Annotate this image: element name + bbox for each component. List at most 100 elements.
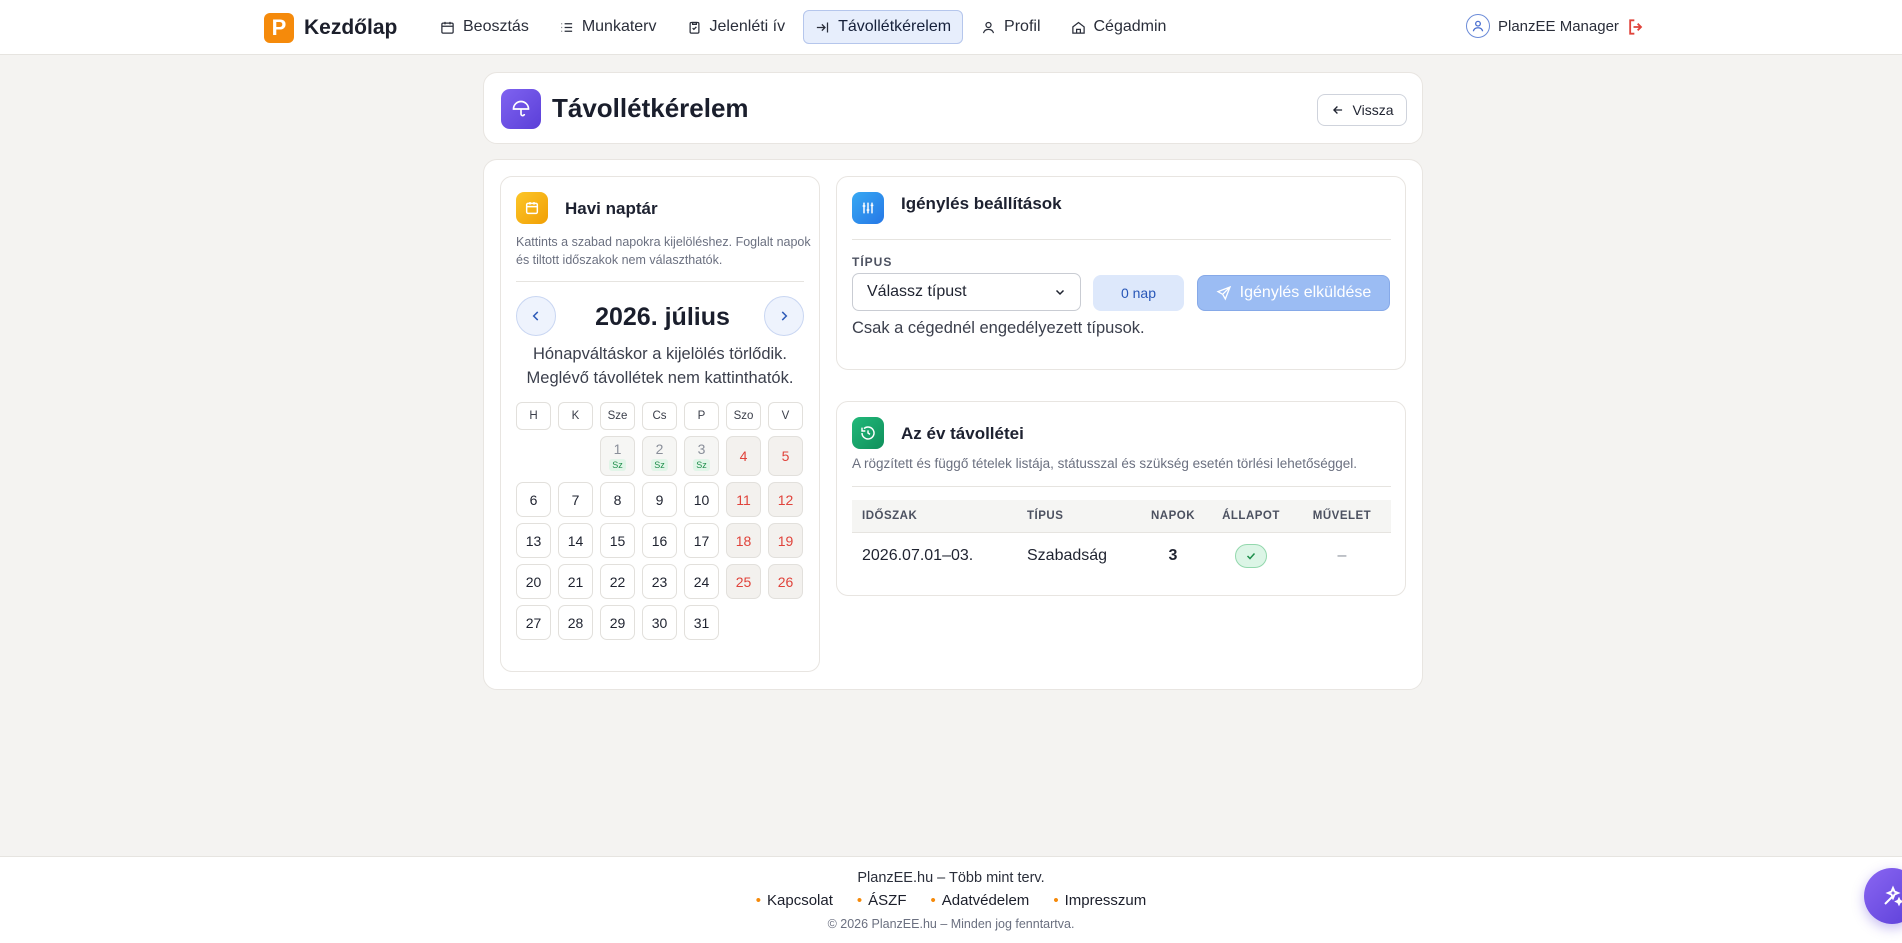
calendar-day[interactable]: 21 <box>558 564 593 599</box>
booked-tag: Sz <box>651 459 668 471</box>
calendar-day[interactable]: 23 <box>642 564 677 599</box>
submit-request-button[interactable]: Igénylés elküldése <box>1197 275 1390 311</box>
calendar-day-weekend: 12 <box>768 482 803 517</box>
divider <box>516 281 804 282</box>
calendar-day[interactable]: 17 <box>684 523 719 558</box>
user-name: PlanzEE Manager <box>1498 17 1619 35</box>
calendar-description: Kattints a szabad napokra kijelöléshez. … <box>516 235 811 267</box>
divider <box>852 239 1391 240</box>
calendar-day[interactable]: 20 <box>516 564 551 599</box>
calendar-day[interactable]: 31 <box>684 605 719 640</box>
nav-item-munkaterv[interactable]: Munkaterv <box>547 10 669 44</box>
next-month-button[interactable] <box>764 296 804 336</box>
calendar-day-weekend: 4 <box>726 436 761 476</box>
nav-item-label: Munkaterv <box>581 18 657 35</box>
footer-link-aszf[interactable]: ÁSZF <box>857 892 906 909</box>
footer-copyright: © 2026 PlanzEE.hu – Minden jog fenntartv… <box>827 917 1075 931</box>
calendar-day[interactable]: 6 <box>516 482 551 517</box>
calendar-day-weekend: 26 <box>768 564 803 599</box>
day-number: 1 <box>613 441 622 457</box>
column-header: NAPOK <box>1137 500 1209 533</box>
calendar-day[interactable]: 16 <box>642 523 677 558</box>
arrow-left-icon <box>1332 106 1342 114</box>
previous-month-button[interactable] <box>516 296 556 336</box>
nav-item-beosztas[interactable]: Beosztás <box>428 10 541 44</box>
user-menu[interactable]: PlanzEE Manager <box>1466 14 1619 38</box>
calendar-day[interactable]: 15 <box>600 523 635 558</box>
page-title: Távollétkérelem <box>552 93 749 123</box>
weekday-header: H <box>516 402 551 430</box>
period-cell: 2026.07.01–03. <box>862 547 974 565</box>
nav-item-profil[interactable]: Profil <box>969 10 1052 44</box>
weekday-header: P <box>684 402 719 430</box>
send-icon <box>1216 285 1231 301</box>
calendar-day[interactable]: 9 <box>642 482 677 517</box>
enter-icon <box>816 22 829 32</box>
type-field-label: TÍPUS <box>852 255 893 269</box>
footer-link-impresszum[interactable]: Impresszum <box>1053 892 1147 909</box>
logout-icon[interactable] <box>1626 17 1646 42</box>
nav-item-tavolletkerelem[interactable]: Távollétkérelem <box>803 10 964 44</box>
calendar-day[interactable]: 14 <box>558 523 593 558</box>
calendar-day[interactable]: 8 <box>600 482 635 517</box>
brand-home-link[interactable]: P Kezdőlap <box>264 13 397 43</box>
clipboard-icon <box>689 21 700 34</box>
calendar-day[interactable]: 27 <box>516 605 551 640</box>
main-content-card: Havi naptár Kattints a szabad napokra ki… <box>483 159 1423 690</box>
nav-item-label: Jelenléti ív <box>709 18 786 35</box>
column-header: ÁLLAPOT <box>1209 500 1293 533</box>
sliders-icon <box>852 192 884 224</box>
column-header: IDŐSZAK <box>852 500 1017 533</box>
calendar-day[interactable]: 30 <box>642 605 677 640</box>
footer-link-adatvedelem[interactable]: Adatvédelem <box>930 892 1030 909</box>
settings-title: Igénylés beállítások <box>901 194 1062 213</box>
absence-type-select[interactable]: Válassz típust <box>852 273 1081 311</box>
calendar-day-weekend: 18 <box>726 523 761 558</box>
absences-table: IDŐSZAK TÍPUS NAPOK ÁLLAPOT MŰVELET 2026… <box>852 500 1391 580</box>
table-header-row: IDŐSZAK TÍPUS NAPOK ÁLLAPOT MŰVELET <box>852 500 1391 533</box>
footer-links: Kapcsolat ÁSZF Adatvédelem Impresszum <box>0 892 1902 909</box>
approved-status-badge <box>1235 544 1267 569</box>
brand-logo-icon: P <box>264 13 294 43</box>
absences-description: A rögzített és függő tételek listája, st… <box>852 456 1358 471</box>
nav-item-label: Beosztás <box>463 18 529 35</box>
back-button[interactable]: Vissza <box>1317 94 1407 126</box>
nav-item-jelenleti-iv[interactable]: Jelenléti ív <box>675 10 798 44</box>
calendar-day-weekend: 5 <box>768 436 803 476</box>
booked-tag: Sz <box>693 459 710 471</box>
calendar-day-booked: 3 Sz <box>684 436 719 476</box>
column-header: MŰVELET <box>1293 500 1391 533</box>
submit-button-label: Igénylés elküldése <box>1239 284 1372 301</box>
avatar-icon <box>1466 14 1490 38</box>
calendar-grid: H K Sze Cs P Szo V 1 Sz 2 Sz 3 Sz 4 5 6 … <box>516 402 806 640</box>
request-settings-panel: Igénylés beállítások TÍPUS Válassz típus… <box>836 176 1406 370</box>
calendar-day[interactable]: 13 <box>516 523 551 558</box>
calendar-day[interactable]: 29 <box>600 605 635 640</box>
monthly-calendar-panel: Havi naptár Kattints a szabad napokra ki… <box>500 176 820 672</box>
type-select-value: Válassz típust <box>867 283 967 300</box>
status-cell <box>1209 532 1293 580</box>
type-cell: Szabadság <box>1027 547 1108 565</box>
calendar-day[interactable]: 22 <box>600 564 635 599</box>
footer-link-kapcsolat[interactable]: Kapcsolat <box>756 892 833 909</box>
weekday-header: Cs <box>642 402 677 430</box>
calendar-day-weekend: 25 <box>726 564 761 599</box>
booked-tag: Sz <box>609 459 626 471</box>
calendar-day[interactable]: 24 <box>684 564 719 599</box>
weekday-header: V <box>768 402 803 430</box>
check-icon <box>1246 553 1256 560</box>
list-icon <box>561 22 572 32</box>
sparkles-icon <box>1884 885 1902 907</box>
nav-item-cegadmin[interactable]: Cégadmin <box>1059 10 1179 44</box>
day-number: 2 <box>655 441 664 457</box>
home-icon <box>1071 21 1085 34</box>
footer-tagline: PlanzEE.hu – Több mint terv. <box>857 870 1045 886</box>
chevron-down-icon <box>1055 289 1065 296</box>
footer: PlanzEE.hu – Több mint terv. Kapcsolat Á… <box>0 856 1902 943</box>
calendar-day[interactable]: 10 <box>684 482 719 517</box>
calendar-day[interactable]: 7 <box>558 482 593 517</box>
umbrella-icon <box>501 89 541 129</box>
top-navigation: P Kezdőlap Beosztás Munkaterv Jelenléti … <box>0 0 1902 55</box>
calendar-day[interactable]: 28 <box>558 605 593 640</box>
month-label: 2026. július <box>595 303 730 331</box>
